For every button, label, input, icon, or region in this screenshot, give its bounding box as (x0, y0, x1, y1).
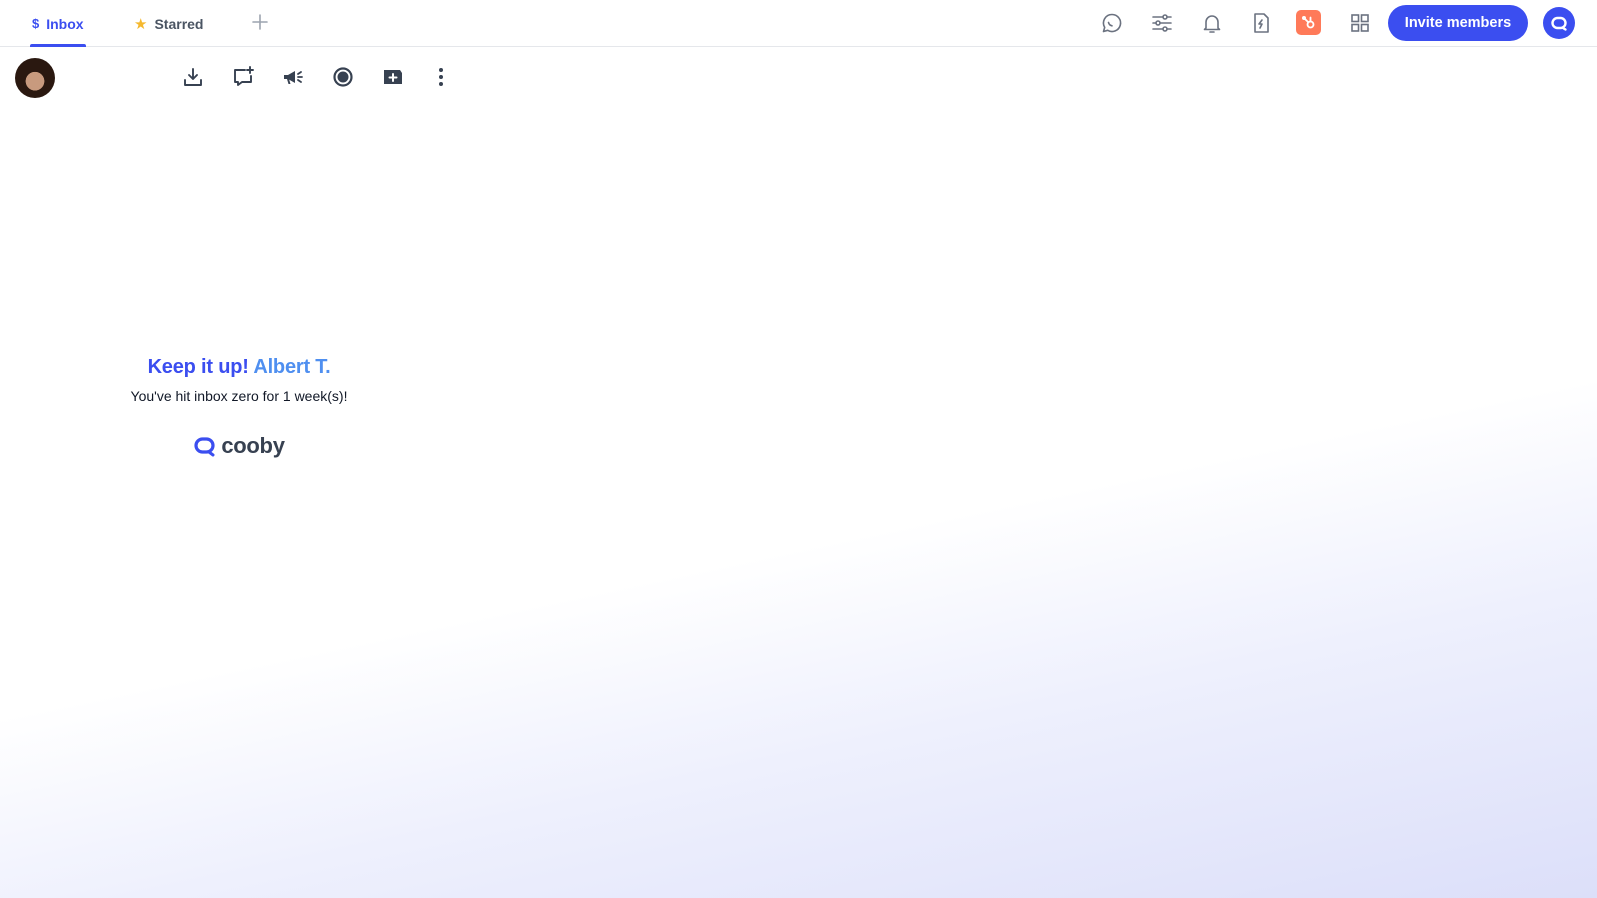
quick-actions-button[interactable] (1248, 10, 1274, 36)
grid-icon (1351, 14, 1369, 32)
tab-inbox-label: Inbox (46, 15, 84, 32)
headline: Keep it up! Albert T. (100, 356, 378, 379)
invite-members-button[interactable]: Invite members (1388, 5, 1528, 41)
chat-bubble-icon (1102, 13, 1122, 33)
megaphone-icon (284, 71, 303, 84)
cooby-logo: cooby (100, 433, 378, 459)
apps-button[interactable] (1347, 10, 1373, 36)
bell-icon (1203, 15, 1221, 33)
record-icon (333, 67, 353, 87)
headline-text: Keep it up! (147, 356, 249, 378)
tab-starred[interactable]: ★ Starred (134, 0, 203, 47)
user-name: Albert T. (253, 356, 331, 378)
notifications-button[interactable] (1199, 10, 1225, 36)
plus-icon (252, 14, 268, 30)
more-options-button[interactable] (428, 64, 454, 90)
hubspot-icon (1302, 16, 1315, 29)
download-icon (184, 68, 202, 86)
avatar[interactable] (15, 58, 55, 98)
inbox-zero-subtext: You've hit inbox zero for 1 week(s)! (130, 388, 348, 404)
dollar-icon: $ (32, 16, 40, 31)
export-button[interactable] (180, 64, 206, 90)
star-icon: ★ (134, 15, 148, 33)
broadcast-button[interactable] (280, 64, 306, 90)
add-tab-button[interactable] (248, 10, 272, 34)
add-comment-icon (234, 66, 254, 86)
new-comment-button[interactable] (230, 64, 256, 90)
add-note-button[interactable] (380, 64, 406, 90)
cooby-wordmark: cooby (221, 433, 285, 458)
tab-inbox[interactable]: $ Inbox (30, 0, 86, 47)
tab-starred-label: Starred (154, 15, 204, 32)
record-button[interactable] (330, 64, 356, 90)
inbox-zero-message: Keep it up! Albert T. You've hit inbox z… (100, 356, 378, 459)
account-button[interactable] (1543, 7, 1575, 39)
file-bolt-icon (1254, 13, 1269, 33)
cooby-logo-icon (194, 437, 215, 457)
filters-button[interactable] (1149, 10, 1175, 36)
account-icon (1551, 16, 1567, 31)
top-bar: $ Inbox ★ Starred Invite members (0, 0, 1597, 47)
chat-button[interactable] (1099, 10, 1125, 36)
more-vertical-icon (439, 68, 443, 86)
hubspot-button[interactable] (1296, 10, 1321, 35)
sliders-icon (1152, 14, 1172, 32)
add-box-icon (384, 70, 402, 84)
